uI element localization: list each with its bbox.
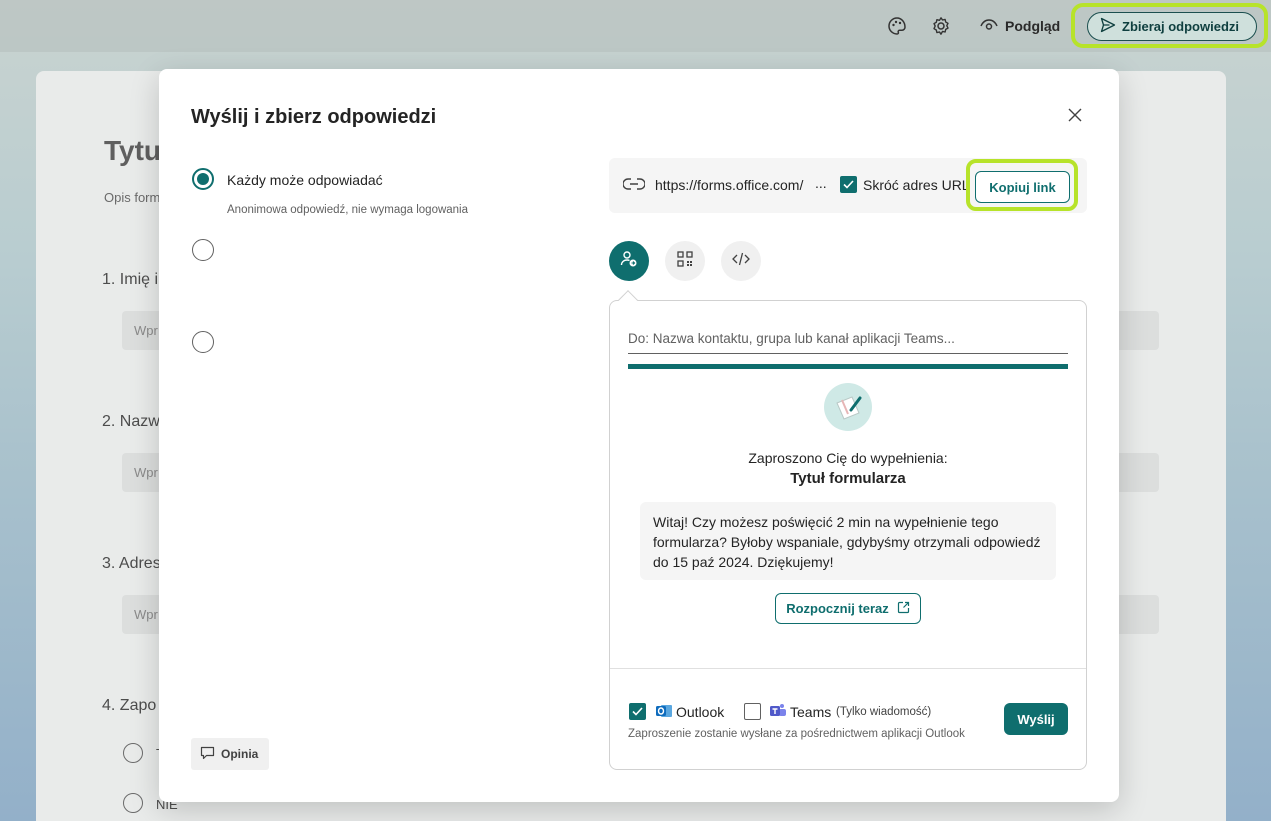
collect-highlight: Zbieraj odpowiedzi — [1071, 3, 1268, 48]
option-anyone-label: Każdy może odpowiadać — [227, 172, 383, 188]
send-button[interactable]: Wyślij — [1004, 703, 1068, 735]
recipient-input[interactable]: Do: Nazwa kontaktu, grupa lub kanał apli… — [628, 329, 1068, 354]
copy-link-button[interactable]: Kopiuj link — [975, 171, 1070, 203]
dialog-title: Wyślij i zbierz odpowiedzi — [191, 106, 437, 128]
embed-code-icon — [732, 252, 750, 271]
email-panel: Do: Nazwa kontaktu, grupa lub kanał apli… — [609, 300, 1087, 770]
option-anyone-sub: Anonimowa odpowiedź, nie wymaga logowani… — [227, 204, 469, 216]
start-now-button[interactable]: Rozpocznij teraz — [775, 593, 921, 624]
preview-button[interactable]: Podgląd — [980, 14, 1060, 38]
send-note: Zaproszenie zostanie wysłane za pośredni… — [628, 728, 965, 740]
shorten-url-label: Skróć adres URL — [863, 177, 970, 193]
option-3-radio[interactable] — [192, 331, 214, 353]
question-4-radio-1 — [123, 743, 143, 763]
teams-icon — [769, 702, 787, 720]
panel-divider — [610, 668, 1086, 669]
tab-share-embed[interactable] — [721, 241, 761, 281]
invite-message[interactable]: Witaj! Czy możesz poświęcić 2 min na wyp… — [640, 502, 1056, 580]
close-icon — [1068, 108, 1082, 127]
copy-link-highlight: Kopiuj link — [966, 159, 1078, 211]
question-4-radio-2 — [123, 793, 143, 813]
accent-divider — [628, 364, 1068, 369]
collect-responses-button[interactable]: Zbieraj odpowiedzi — [1087, 12, 1257, 41]
option-anyone-radio[interactable] — [192, 168, 214, 190]
tab-share-person[interactable] — [609, 241, 649, 281]
feedback-label: Opinia — [221, 747, 259, 761]
teams-checkbox[interactable] — [744, 703, 761, 720]
settings-gear-icon[interactable] — [930, 15, 952, 37]
theme-palette-icon[interactable] — [886, 15, 908, 37]
qr-code-icon — [677, 250, 693, 272]
start-now-label: Rozpocznij teraz — [786, 601, 889, 616]
teams-note: (Tylko wiadomość) — [836, 706, 932, 718]
url-ellipsis: ... — [815, 175, 827, 191]
outlook-icon — [655, 702, 673, 720]
send-icon — [1100, 17, 1116, 36]
link-bar: https://forms.office.com/ ... Skróć adre… — [609, 158, 1087, 213]
form-invite-icon — [824, 383, 872, 431]
question-1-label: 1. Imię i — [102, 271, 159, 288]
outlook-checkbox[interactable] — [629, 703, 646, 720]
option-2-radio[interactable] — [192, 239, 214, 261]
comment-icon — [200, 746, 215, 763]
person-link-icon — [620, 250, 638, 273]
outlook-label: Outlook — [676, 704, 725, 720]
question-2-label: 2. Nazw — [102, 413, 160, 430]
shorten-url-checkbox[interactable] — [840, 176, 857, 193]
invite-form-title: Tytuł formularza — [790, 470, 906, 487]
open-external-icon — [897, 601, 910, 617]
preview-label: Podgląd — [1005, 18, 1061, 34]
tab-share-qr[interactable] — [665, 241, 705, 281]
question-3-label: 3. Adres — [102, 555, 161, 572]
collect-label: Zbieraj odpowiedzi — [1122, 19, 1240, 34]
form-url[interactable]: https://forms.office.com/ — [655, 177, 803, 193]
feedback-button[interactable]: Opinia — [191, 738, 269, 770]
link-icon — [622, 177, 646, 196]
form-title: Tytu — [104, 135, 162, 166]
question-4-label: 4. Zapo — [102, 697, 157, 714]
invite-text: Zaproszono Cię do wypełnienia: — [748, 450, 948, 466]
eye-icon — [980, 18, 998, 35]
form-description: Opis form — [104, 190, 161, 205]
send-dialog: Wyślij i zbierz odpowiedzi Każdy może od… — [159, 69, 1119, 802]
teams-label: Teams — [790, 704, 832, 720]
close-button[interactable] — [1065, 107, 1085, 127]
